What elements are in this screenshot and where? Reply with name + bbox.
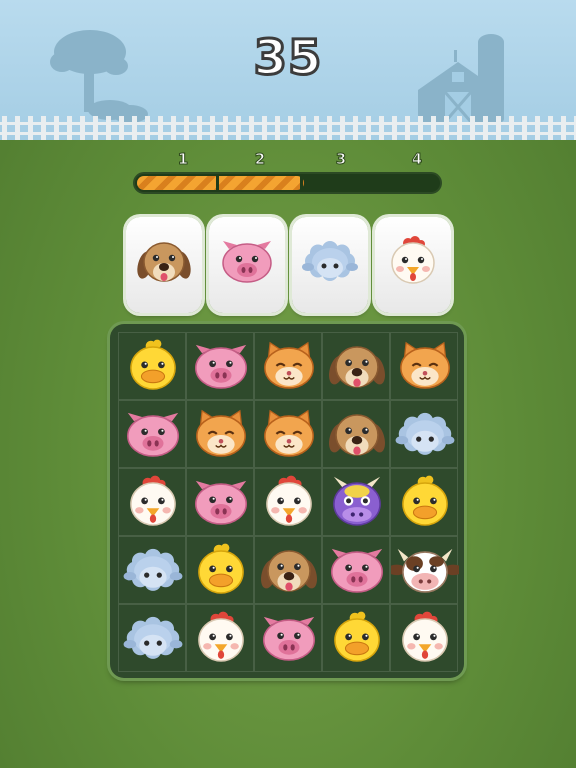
chicken-tile-icon [130, 475, 176, 526]
cat-tile-icon [264, 341, 314, 389]
chick-tile-icon [130, 339, 176, 390]
chick-tile-icon [334, 611, 380, 662]
board-cell[interactable] [186, 468, 254, 536]
dog-tile-icon [328, 346, 386, 388]
cow-tile-icon [387, 548, 463, 593]
board-cell[interactable] [322, 536, 390, 604]
fence-decoration [0, 116, 576, 140]
goal-card-1 [126, 217, 202, 313]
board-cell[interactable] [387, 536, 463, 604]
goal-animal-icon [222, 241, 272, 283]
board-cell[interactable] [322, 332, 390, 400]
purple-cow-tile-icon [333, 476, 381, 526]
level-progress-bar [133, 172, 442, 194]
board-cell[interactable] [254, 536, 322, 604]
board-cell[interactable] [186, 400, 254, 468]
board-cell[interactable] [322, 468, 390, 536]
board-cell[interactable] [322, 400, 390, 468]
pig-tile-icon [331, 548, 383, 593]
dog-tile-icon [260, 550, 318, 592]
cat-tile-icon [196, 409, 246, 457]
game-screen: 35 1 2 3 4 [0, 0, 576, 768]
board-cell[interactable] [118, 536, 186, 604]
pig-tile-icon [195, 480, 247, 525]
pig-tile-icon [195, 344, 247, 389]
level-marker-3: 3 [335, 150, 347, 169]
board-cell[interactable] [254, 400, 322, 468]
board-cell[interactable] [186, 536, 254, 604]
board-cell[interactable] [118, 400, 186, 468]
cat-tile-icon [264, 409, 314, 457]
chick-tile-icon [402, 475, 448, 526]
goal-card-2 [209, 217, 285, 313]
progress-divider [216, 176, 219, 190]
chick-tile-icon [198, 543, 244, 594]
level-marker-2: 2 [254, 150, 266, 169]
chicken-tile-icon [402, 611, 448, 662]
level-progress-fill [137, 176, 304, 190]
board-cell[interactable] [254, 604, 322, 672]
goal-card-4 [375, 217, 451, 313]
dog-tile-icon [328, 414, 386, 456]
sheep-tile-icon [395, 412, 455, 455]
board-cell[interactable] [118, 332, 186, 400]
board-cell[interactable] [390, 604, 458, 672]
pig-tile-icon [127, 412, 179, 457]
goal-animal-icon [137, 242, 191, 282]
cat-tile-icon [400, 341, 450, 389]
board-cell[interactable] [186, 604, 254, 672]
board-cell[interactable] [254, 468, 322, 536]
goal-animal-icon [302, 241, 358, 281]
progress-divider [300, 176, 303, 190]
score-counter: 35 [252, 29, 323, 88]
board-cell[interactable] [390, 400, 458, 468]
pig-tile-icon [263, 616, 315, 661]
goal-card-3 [292, 217, 368, 313]
board-cell[interactable] [118, 468, 186, 536]
chicken-tile-icon [198, 611, 244, 662]
board-cell[interactable] [390, 332, 458, 400]
board-cell[interactable] [186, 332, 254, 400]
goal-animal-icon [391, 236, 435, 284]
board-cell[interactable] [322, 604, 390, 672]
level-marker-4: 4 [411, 150, 423, 169]
sheep-tile-icon [123, 616, 183, 659]
sheep-tile-icon [123, 548, 183, 591]
board-cell[interactable] [390, 468, 458, 536]
level-marker-1: 1 [177, 150, 189, 169]
board-cell[interactable] [254, 332, 322, 400]
chicken-tile-icon [266, 475, 312, 526]
board-cell[interactable] [118, 604, 186, 672]
game-board [110, 324, 464, 678]
